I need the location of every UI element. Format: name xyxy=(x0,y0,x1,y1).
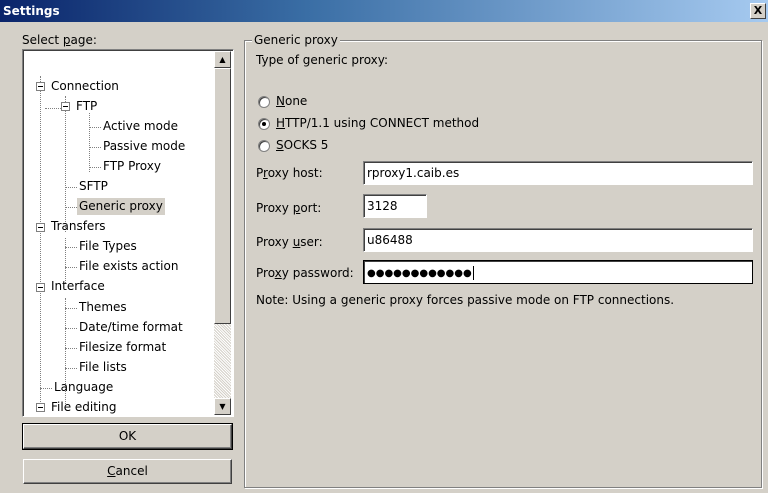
collapse-icon[interactable] xyxy=(36,283,45,292)
tree-item-file-types[interactable]: File Types xyxy=(77,238,139,255)
collapse-icon[interactable] xyxy=(36,82,45,91)
radio-socks5-label[interactable]: SOCKS 5 xyxy=(276,138,328,152)
tree-item-ftp-proxy[interactable]: FTP Proxy xyxy=(101,158,163,175)
cancel-button[interactable]: Cancel xyxy=(23,459,232,484)
window-title: Settings xyxy=(3,4,60,18)
title-bar: Settings X xyxy=(0,0,768,22)
tree-item-interface[interactable]: Interface xyxy=(49,278,107,295)
scroll-thumb[interactable] xyxy=(214,68,231,324)
tree-item-themes[interactable]: Themes xyxy=(77,299,129,316)
tree-item-file-lists[interactable]: File lists xyxy=(77,359,129,376)
tree-item-sftp[interactable]: SFTP xyxy=(77,178,110,195)
proxy-port-label: Proxy port: xyxy=(256,201,322,215)
ok-button[interactable]: OK xyxy=(22,423,233,450)
proxy-port-input[interactable]: 3128 xyxy=(363,194,427,218)
page-tree[interactable]: Connection FTP Active mode Passive mode … xyxy=(22,49,234,417)
tree-item-date-time-format[interactable]: Date/time format xyxy=(77,319,185,336)
tree-item-file-editing[interactable]: File editing xyxy=(49,399,119,416)
tree-item-active-mode[interactable]: Active mode xyxy=(101,118,180,135)
collapse-icon[interactable] xyxy=(36,223,45,232)
tree-scrollbar[interactable]: ▲ ▼ xyxy=(214,51,231,415)
proxy-user-label: Proxy user: xyxy=(256,235,323,249)
tree-item-ftp[interactable]: FTP xyxy=(74,98,99,115)
tree-item-file-exists-action[interactable]: File exists action xyxy=(77,258,180,275)
scroll-down-icon[interactable]: ▼ xyxy=(214,398,231,415)
collapse-icon[interactable] xyxy=(61,102,70,111)
proxy-note: Note: Using a generic proxy forces passi… xyxy=(256,293,675,307)
radio-none[interactable] xyxy=(258,96,270,108)
tree-item-connection[interactable]: Connection xyxy=(49,78,121,95)
tree-item-transfers[interactable]: Transfers xyxy=(49,218,108,235)
proxy-host-label: Proxy host: xyxy=(256,166,323,180)
tree-item-filesize-format[interactable]: Filesize format xyxy=(77,339,168,356)
close-icon[interactable]: X xyxy=(750,3,766,19)
proxy-password-input[interactable]: ●●●●●●●●●●●● xyxy=(363,260,753,284)
radio-socks5[interactable] xyxy=(258,140,270,152)
tree-item-generic-proxy[interactable]: Generic proxy xyxy=(77,198,165,215)
radio-http-connect-label[interactable]: HTTP/1.1 using CONNECT method xyxy=(276,116,479,130)
group-title: Generic proxy xyxy=(252,33,340,47)
proxy-host-input[interactable]: rproxy1.caib.es xyxy=(363,161,753,185)
radio-http-connect[interactable] xyxy=(258,118,270,130)
cancel-button-label: Cancel xyxy=(107,464,148,478)
ok-button-label: OK xyxy=(118,429,137,443)
tree-item-language[interactable]: Language xyxy=(52,379,115,396)
collapse-icon[interactable] xyxy=(36,403,45,412)
tree-item-passive-mode[interactable]: Passive mode xyxy=(101,138,187,155)
radio-none-label[interactable]: None xyxy=(276,94,307,108)
scroll-up-icon[interactable]: ▲ xyxy=(214,51,231,68)
proxy-type-label: Type of generic proxy: xyxy=(256,53,389,67)
proxy-password-label: Proxy password: xyxy=(256,266,354,280)
proxy-user-input[interactable]: u86488 xyxy=(363,228,753,252)
select-page-label: Select page: xyxy=(22,33,97,47)
